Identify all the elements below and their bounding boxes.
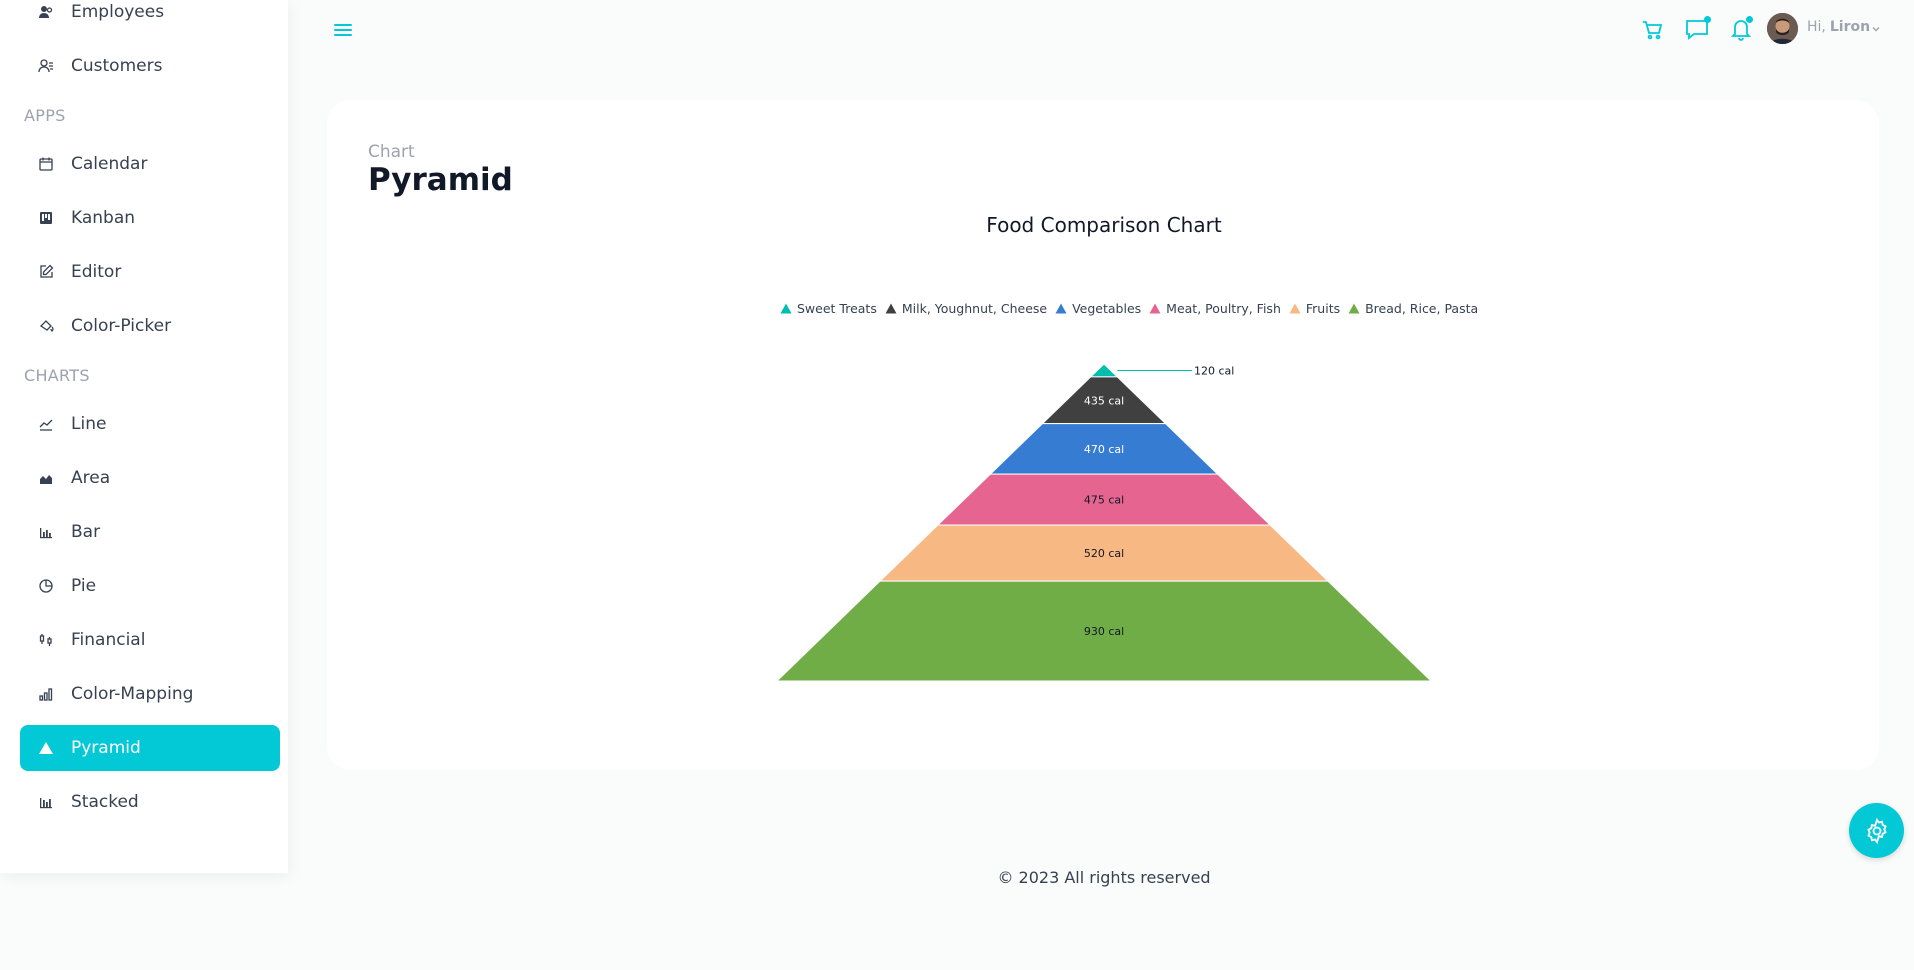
settings-button[interactable]: [1849, 803, 1904, 858]
data-label: 435 cal: [1084, 394, 1124, 407]
pyramid-segment[interactable]: [1089, 363, 1119, 378]
pyramid-chart: 120 cal 435 cal 470 cal 475 cal 520 cal 930 c…: [775, 363, 1433, 682]
footer-text: © 2023 All rights reserved: [997, 868, 1211, 887]
data-label: 520 cal: [1084, 547, 1124, 560]
data-label: 475 cal: [1084, 494, 1124, 507]
data-label: 120 cal: [1194, 364, 1234, 377]
data-label: 470 cal: [1084, 443, 1124, 456]
gear-icon: [1866, 817, 1887, 844]
data-label: 930 cal: [1084, 625, 1124, 638]
